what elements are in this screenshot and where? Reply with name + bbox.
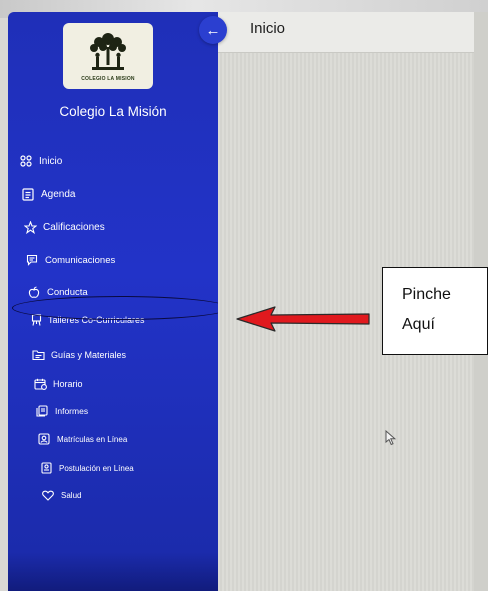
sidebar-item-label: Horario [53,379,83,389]
message-icon [24,252,40,268]
sidebar-item-horario[interactable]: Horario [32,375,83,393]
grid-icon [18,153,34,169]
page-title: Inicio [250,20,286,37]
sidebar-item-calificaciones[interactable]: Calificaciones [22,218,105,236]
star-icon [22,219,38,235]
sidebar-item-label: Comunicaciones [45,254,116,266]
sidebar: COLEGIO LA MISION Colegio La Misión Inic… [8,12,218,591]
heart-icon [40,487,56,503]
sidebar-item-label: Guías y Materiales [51,350,127,360]
sidebar-item-matriculas-en-linea[interactable]: Matrículas en Línea [36,430,127,448]
sidebar-bottom-shade [8,552,218,591]
sidebar-item-informes[interactable]: Informes [34,402,88,420]
red-arrow-icon [236,306,370,332]
sidebar-item-talleres-co-curriculares[interactable]: Talleres Co-Curriculares [28,311,145,329]
apple-icon [26,284,42,300]
sidebar-item-postulacion-en-linea[interactable]: Postulación en Línea [38,459,134,477]
sidebar-item-guias-y-materiales[interactable]: Guías y Materiales [30,346,126,364]
sidebar-item-label: Talleres Co-Curriculares [48,315,145,325]
report-icon [34,403,50,419]
callout-line-2: Aquí [402,316,435,333]
sidebar-item-label: Conducta [47,286,88,298]
arrow-left-icon: ← [205,21,221,39]
back-button[interactable]: ← [199,16,227,44]
main-header: Inicio [218,12,474,53]
calendar-icon [32,376,48,392]
sidebar-item-label: Salud [61,490,82,500]
sidebar-item-label: Informes [55,406,89,416]
mouse-cursor-icon [385,430,397,446]
callout-line-1: Pinche [402,286,451,303]
school-name: Colegio La Misión [59,104,167,119]
sidebar-item-label: Inicio [39,155,63,167]
easel-icon [28,312,44,328]
callout-box: Pinche Aquí [382,267,488,355]
sidebar-item-label: Agenda [41,188,76,200]
enrollment-icon [36,431,52,447]
tree-icon [90,32,126,70]
sidebar-item-conducta[interactable]: Conducta [26,283,88,301]
sidebar-item-label: Matrículas en Línea [57,434,128,444]
application-icon [38,460,54,476]
sidebar-item-inicio[interactable]: Inicio [18,152,62,170]
sidebar-item-label: Calificaciones [43,221,105,233]
logo-caption: COLEGIO LA MISION [81,75,135,82]
school-logo: COLEGIO LA MISION [63,23,153,89]
sidebar-item-salud[interactable]: Salud [40,486,81,504]
sidebar-item-agenda[interactable]: Agenda [20,185,75,203]
sidebar-item-label: Postulación en Línea [59,463,134,473]
folder-icon [30,347,46,363]
sidebar-item-comunicaciones[interactable]: Comunicaciones [24,251,115,269]
agenda-icon [20,186,36,202]
